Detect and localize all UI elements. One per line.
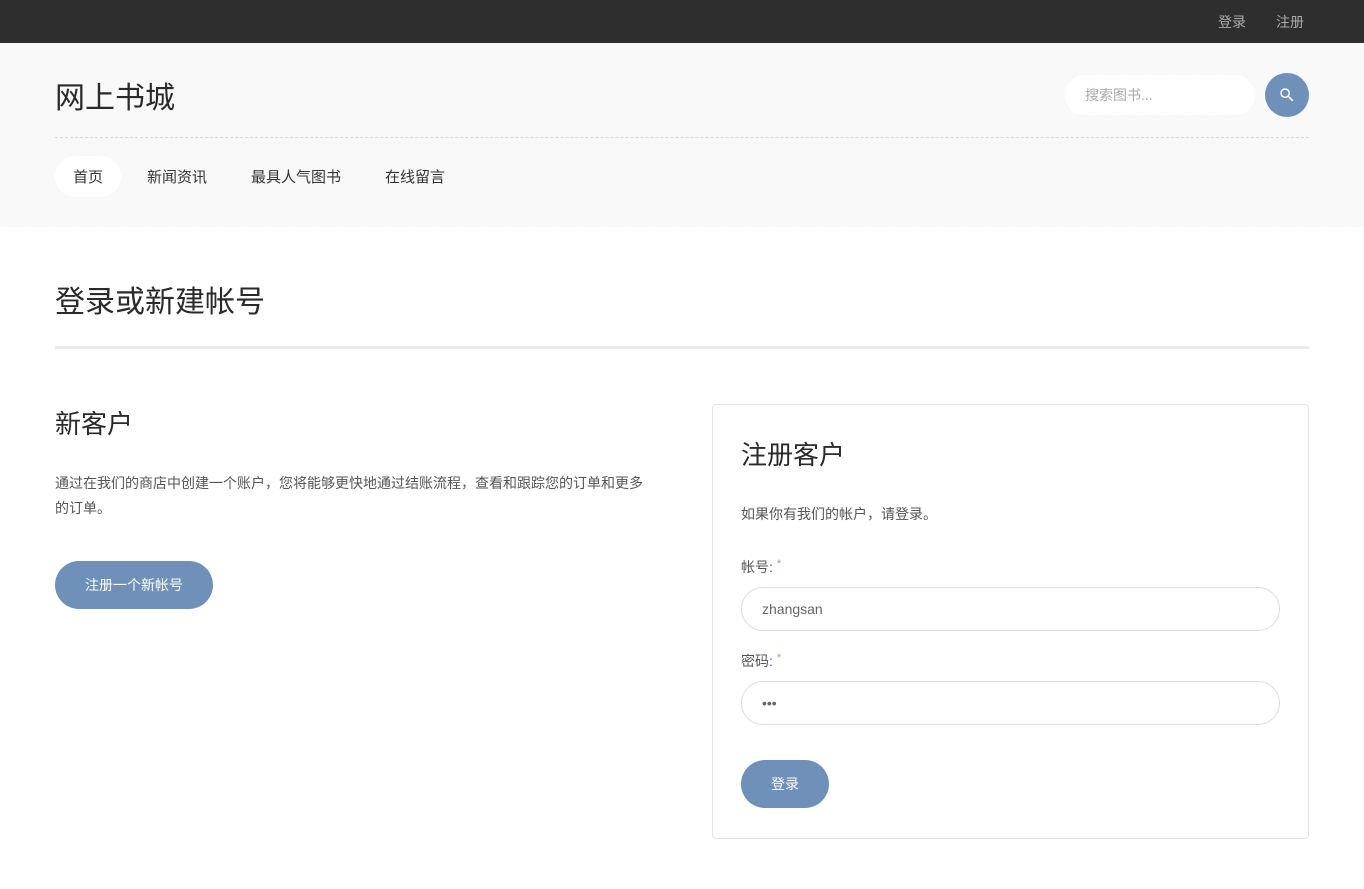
main-nav: 首页 新闻资讯 最具人气图书 在线留言 [55,138,1309,227]
search-icon [1278,86,1296,104]
required-star-icon: * [777,652,781,664]
search-button[interactable] [1265,73,1309,117]
required-star-icon: * [777,558,781,570]
site-logo: 网上书城 [55,73,175,117]
registered-customer-title: 注册客户 [741,435,1280,472]
register-new-account-button[interactable]: 注册一个新帐号 [55,561,213,609]
new-customer-text: 通过在我们的商店中创建一个账户，您将能够更快地通过结账流程，查看和跟踪您的订单和… [55,471,652,521]
search-input[interactable] [1065,75,1255,115]
nav-item-guestbook[interactable]: 在线留言 [367,156,463,197]
password-input[interactable] [741,681,1280,725]
topbar-register-link[interactable]: 注册 [1276,12,1304,32]
nav-item-news[interactable]: 新闻资讯 [129,156,225,197]
nav-item-popular-books[interactable]: 最具人气图书 [233,156,359,197]
page-title: 登录或新建帐号 [55,277,1309,321]
topbar-login-link[interactable]: 登录 [1218,12,1246,32]
new-customer-title: 新客户 [55,404,652,441]
password-label: 密码:* [741,651,1280,671]
nav-item-home[interactable]: 首页 [55,156,121,197]
username-input[interactable] [741,587,1280,631]
login-card: 注册客户 如果你有我们的帐户，请登录。 帐号:* 密码:* 登录 [712,404,1309,839]
login-button[interactable]: 登录 [741,760,829,808]
username-label: 帐号:* [741,557,1280,577]
registered-customer-text: 如果你有我们的帐户，请登录。 [741,502,1280,527]
title-divider [55,346,1309,349]
